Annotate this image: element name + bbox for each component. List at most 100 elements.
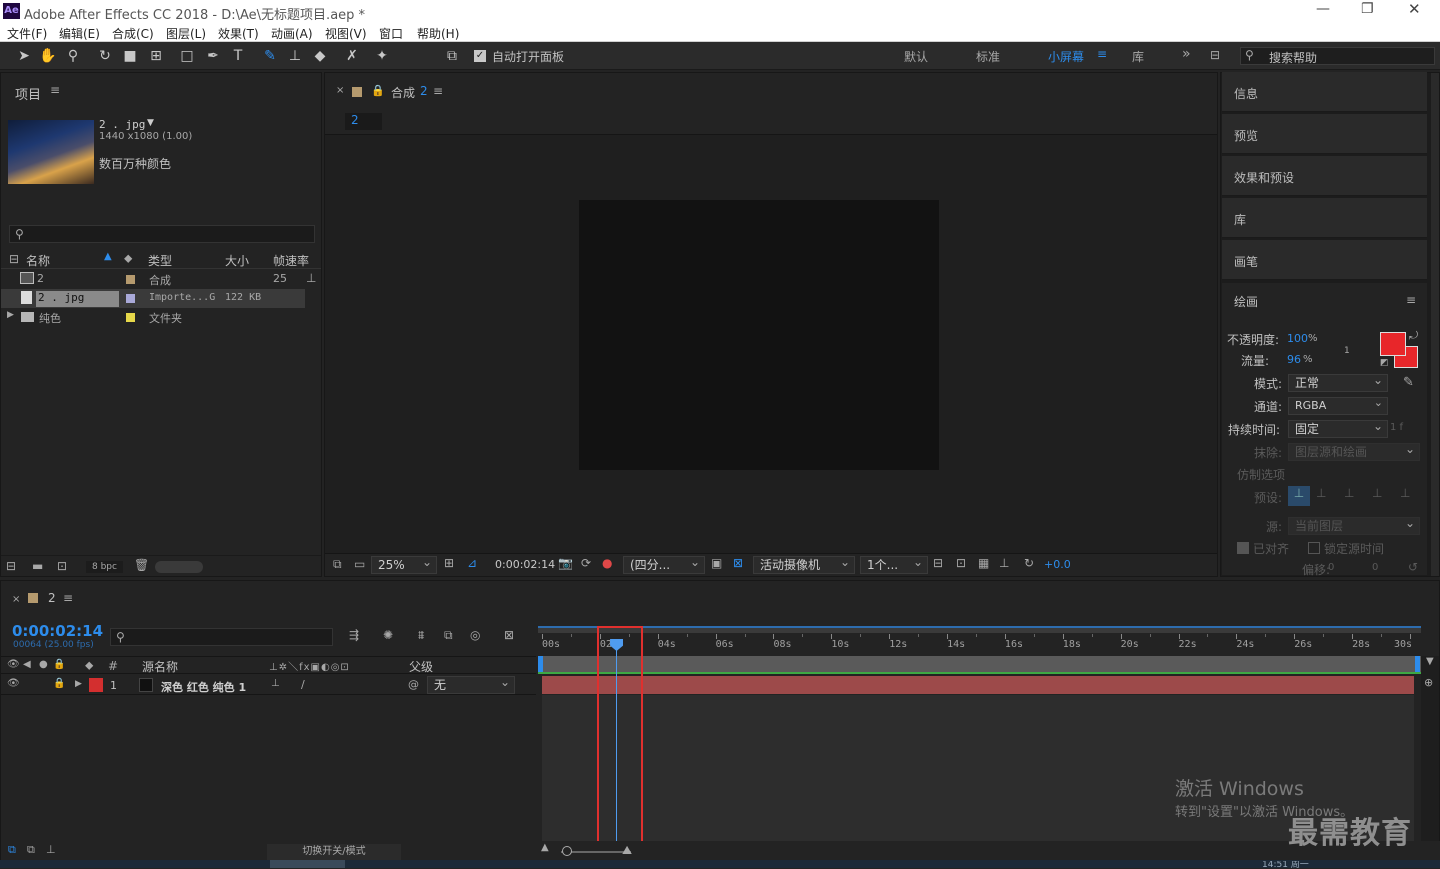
workspace-standard[interactable]: 标准 [976,48,1000,65]
comp-timecode[interactable]: 0:00:02:14 [495,558,555,571]
thumbnail-size-slider[interactable] [155,561,203,573]
hide-shy-layers-icon[interactable]: ⩩ [418,628,424,643]
brush-tool-icon[interactable]: ✎ [260,46,280,66]
column-size[interactable]: 大小 [225,252,249,269]
trash-icon[interactable]: 🗑 [134,558,149,572]
pan-behind-tool-icon[interactable]: ⊞ [146,46,166,66]
layer-name[interactable]: 深色 红色 纯色 1 [161,679,246,695]
shy-switch-icon[interactable]: ⊥ [271,678,280,689]
menu-layer[interactable]: 图层(L) [166,25,206,42]
comp-menu-icon[interactable]: ≡ [433,84,443,98]
right-scrollbar[interactable] [1431,73,1439,576]
panel-preview[interactable]: 预览 [1222,114,1427,154]
text-tool-icon[interactable]: T [228,46,248,66]
toggle-pixel-aspect-icon[interactable]: ⊟ [933,556,943,570]
always-preview-icon[interactable]: ⧉ [333,557,342,572]
table-row[interactable]: ▶ 纯色 文件夹 [1,308,321,327]
layer-color-label[interactable] [89,678,103,692]
table-row[interactable]: 2 合成 25 ⊥ [1,270,321,289]
comp-tab-label[interactable]: 合成 [391,84,415,101]
puppet-pin-tool-icon[interactable]: ✦ [372,46,392,66]
menu-file[interactable]: 文件(F) [7,25,47,42]
more-workspaces-icon[interactable]: » [1182,46,1191,62]
item-label-swatch[interactable] [126,275,135,284]
camera-tool-icon[interactable]: ■ [120,46,140,66]
zoom-in-icon[interactable]: ⛰ [622,843,632,858]
lock-icon[interactable]: 🔒 [371,84,385,97]
menu-view[interactable]: 视图(V) [325,25,367,42]
layer-lock-icon[interactable]: 🔒 [53,678,65,689]
workspace-library[interactable]: 库 [1132,48,1144,65]
close-tab-icon[interactable]: × [336,85,344,96]
swap-colors-icon[interactable]: ⤾ [1409,329,1418,343]
foreground-color-swatch[interactable] [1380,332,1406,356]
work-area-end-handle[interactable] [1415,656,1420,672]
rectangle-tool-icon[interactable]: □ [177,46,197,66]
comp-end-marker-icon[interactable]: ▼ [1426,656,1434,667]
column-type[interactable]: 类型 [148,252,172,269]
graph-editor-icon[interactable]: ⊠ [504,628,514,642]
panel-libraries[interactable]: 库 [1222,198,1427,238]
timeline-comp-tab[interactable]: 2 [48,591,56,605]
menu-effect[interactable]: 效果(T) [218,25,259,42]
new-composition-icon[interactable]: ⊡ [57,559,67,573]
flowchart-icon[interactable]: ⊥ [306,271,316,285]
table-row[interactable]: 2 . jpg Importe...G 122 KB [1,289,305,308]
composition-mini-flowchart-icon[interactable]: ⇶ [349,628,359,642]
modes-toggle-icon[interactable]: ⧉ [27,843,35,857]
resolution-dropdown[interactable]: (四分... [623,554,705,574]
mode-dropdown[interactable]: 正常 [1288,372,1388,392]
item-label-swatch[interactable] [126,294,135,303]
zoom-out-icon[interactable]: ▲ [541,842,549,853]
default-colors-icon[interactable]: ◩ [1380,358,1389,368]
mask-toggle-icon[interactable]: ⊿ [467,556,477,570]
workspace-default[interactable]: 默认 [904,48,928,65]
workspace-menu-icon[interactable]: ≡ [1097,47,1107,61]
motion-blur-icon[interactable]: ◎ [470,628,480,642]
roto-brush-tool-icon[interactable]: ✗ [342,46,362,66]
frame-blending-icon[interactable]: ⧉ [444,628,453,643]
zoom-tool-icon[interactable]: ⚲ [63,46,83,66]
menu-edit[interactable]: 编辑(E) [59,25,100,42]
menu-animation[interactable]: 动画(A) [271,25,313,42]
selection-tool-icon[interactable]: ➤ [14,46,34,66]
menu-help[interactable]: 帮助(H) [417,25,459,42]
interpret-footage-icon[interactable]: ⊟ [6,559,16,573]
column-fps[interactable]: 帧速率 [273,252,309,269]
new-folder-icon[interactable]: ▬ [32,559,43,573]
sync-settings-icon[interactable]: ⊟ [1210,48,1220,62]
region-of-interest-icon[interactable]: ▣ [711,556,722,570]
eraser-tool-icon[interactable]: ◆ [310,46,330,66]
help-search-input[interactable]: ⚲ 搜索帮助 [1240,47,1435,65]
item-label-swatch[interactable] [126,313,135,322]
work-area-bar[interactable] [538,626,1421,633]
comp-tab-number[interactable]: 2 [420,84,428,98]
hand-tool-icon[interactable]: ✋ [38,46,58,66]
auto-open-checkbox[interactable]: ✓ [474,50,486,62]
restore-icon[interactable]: ❐ [1361,1,1374,17]
source-name-header[interactable]: 源名称 [142,658,178,675]
transparency-grid-icon[interactable]: ⊠ [733,556,743,570]
rotate-tool-icon[interactable]: ↻ [95,46,115,66]
menu-window[interactable]: 窗口 [379,25,403,42]
pick-whip-icon[interactable]: @ [408,678,419,691]
sort-ascending-icon[interactable]: ▲ [104,251,112,262]
zoom-slider-thumb[interactable] [562,846,572,856]
opacity-value[interactable]: 100 [1287,332,1308,345]
workspace-small-screen[interactable]: 小屏幕 [1048,48,1084,65]
layer-switches-toggle-icon[interactable]: ⧉ [8,843,16,857]
close-timeline-tab-icon[interactable]: × [12,594,20,605]
eyedropper-icon[interactable]: ✎ [1403,375,1414,390]
quality-switch-icon[interactable]: ∕ [301,678,305,691]
panel-info[interactable]: 信息 [1222,72,1427,112]
bpc-button[interactable]: 8 bpc [86,561,123,573]
show-snapshot-icon[interactable]: ⟳ [581,556,591,570]
timeline-menu-icon[interactable]: ≡ [63,591,73,605]
toggle-switches-modes-button[interactable]: 切换开关/模式 [267,844,401,860]
clone-stamp-tool-icon[interactable]: ⊥ [285,46,305,66]
parent-dropdown[interactable]: 无 [427,674,515,694]
comp-button-icon[interactable]: ⊕ [1424,676,1433,689]
fast-previews-icon[interactable]: ⊡ [956,556,966,570]
expand-arrow-icon[interactable]: ▶ [7,310,14,320]
draft-3d-icon[interactable]: ✺ [383,628,393,642]
